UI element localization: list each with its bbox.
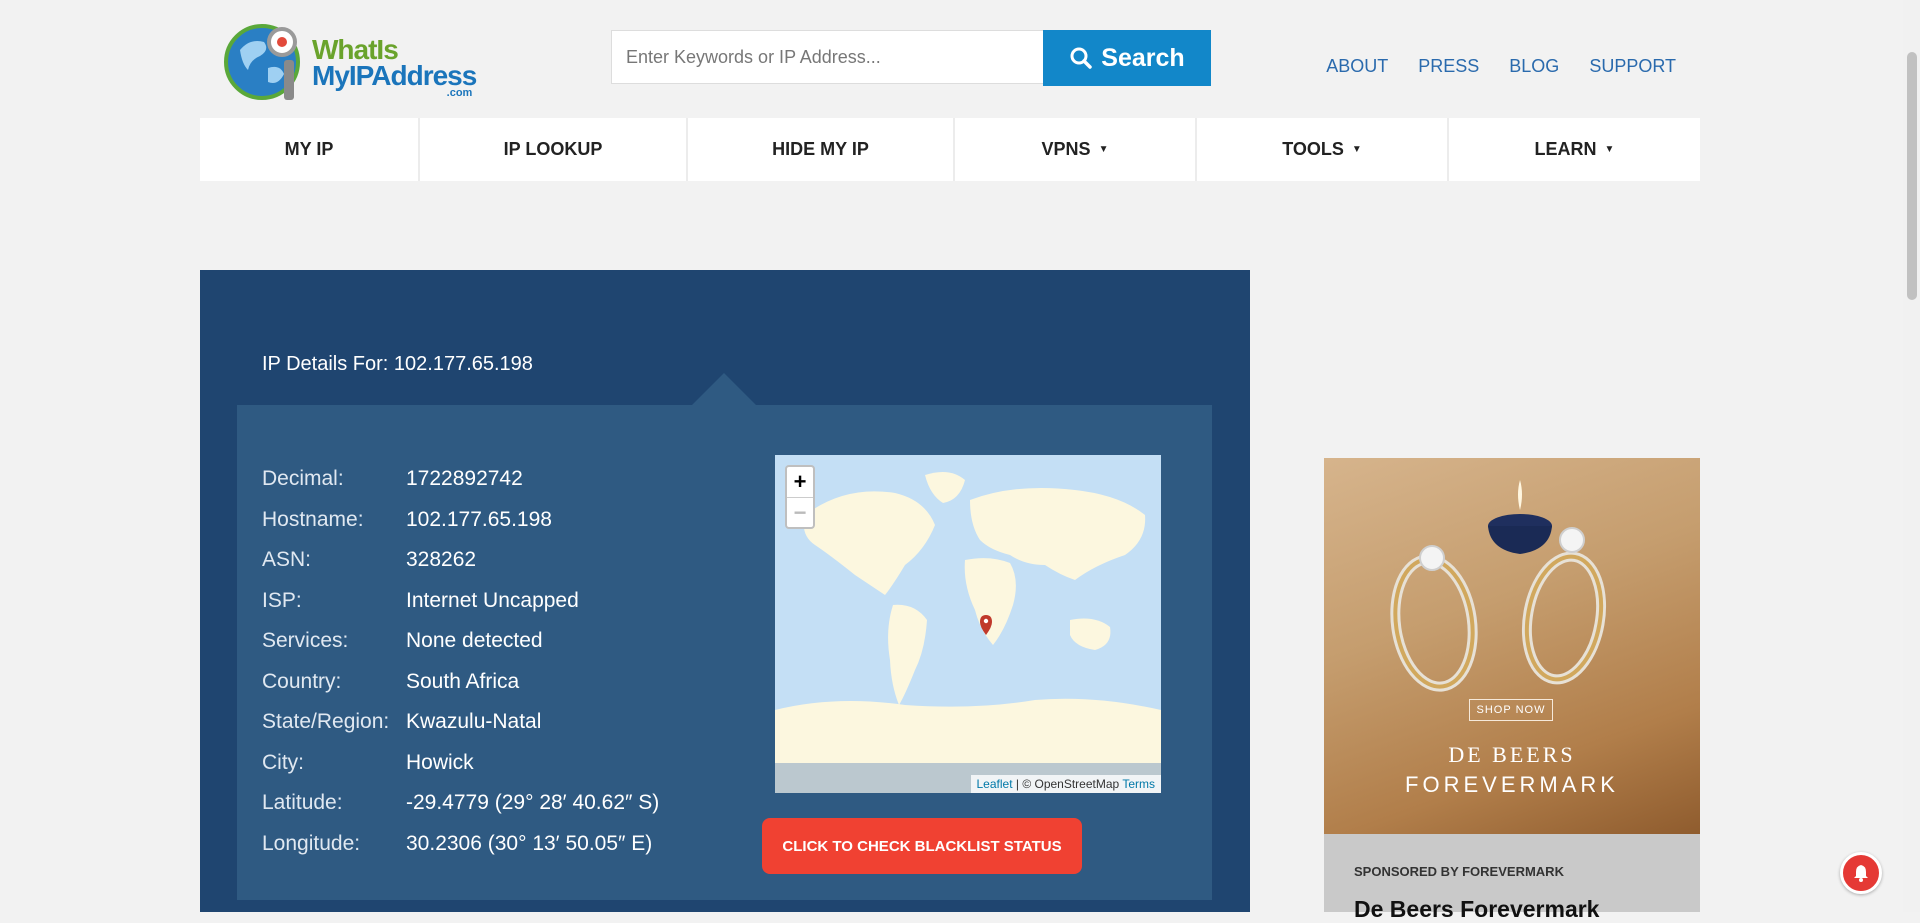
nav-label: HIDE MY IP: [772, 139, 869, 159]
detail-value: None detected: [406, 629, 543, 653]
detail-value: Kwazulu-Natal: [406, 710, 542, 734]
ad-brand-line-1: DE BEERS: [1448, 742, 1576, 767]
detail-row-longitude: Longitude: 30.2306 (30° 13′ 50.05″ E): [262, 824, 659, 865]
nav-vpns[interactable]: VPNS ▼: [955, 118, 1197, 181]
detail-label: Services:: [262, 629, 349, 653]
link-support[interactable]: SUPPORT: [1589, 56, 1676, 77]
nav-ip-lookup[interactable]: IP LOOKUP: [420, 118, 688, 181]
detail-row-services: Services: None detected: [262, 621, 659, 662]
detail-value: South Africa: [406, 669, 520, 693]
detail-row-city: City: Howick: [262, 743, 659, 784]
nav-tools[interactable]: TOOLS ▼: [1197, 118, 1449, 181]
check-blacklist-button[interactable]: CLICK TO CHECK BLACKLIST STATUS: [762, 818, 1082, 874]
terms-link[interactable]: Terms: [1122, 777, 1155, 791]
map-zoom-control: + −: [785, 465, 815, 529]
ip-details-card: Decimal: 1722892742 Hostname: 102.177.65…: [237, 405, 1212, 900]
detail-row-asn: ASN: 328262: [262, 540, 659, 581]
link-press[interactable]: PRESS: [1418, 56, 1479, 77]
caret-down-icon: ▼: [1098, 144, 1109, 155]
detail-row-isp: ISP: Internet Uncapped: [262, 581, 659, 622]
map-attribution: Leaflet | © OpenStreetMap Terms: [970, 775, 1161, 793]
site-header: WhatIs MyIPAddress .com Search ABOUT PRE…: [0, 0, 1920, 118]
detail-label: ISP:: [262, 588, 302, 612]
nav-label: LEARN: [1534, 139, 1597, 159]
shop-now-button[interactable]: SHOP NOW: [1469, 699, 1553, 721]
detail-label: City:: [262, 750, 304, 774]
detail-label: Hostname:: [262, 507, 364, 531]
detail-label: Country:: [262, 669, 342, 693]
ad-footer: SPONSORED BY FOREVERMARK De Beers Foreve…: [1324, 834, 1700, 922]
ad-brand-line-2: FOREVERMARK: [1405, 772, 1619, 797]
leaflet-link[interactable]: Leaflet: [977, 777, 1013, 791]
nav-hide-my-ip[interactable]: HIDE MY IP: [688, 118, 955, 181]
search-button-label: Search: [1101, 43, 1185, 72]
world-map: [775, 455, 1161, 793]
detail-row-decimal: Decimal: 1722892742: [262, 459, 659, 500]
globe-logo-icon: [224, 24, 300, 100]
ip-details-panel: IP Details For: 102.177.65.198 Decimal: …: [200, 270, 1250, 912]
scrollbar-thumb[interactable]: [1907, 52, 1917, 300]
detail-label: Decimal:: [262, 467, 344, 491]
detail-value: -29.4779 (29° 28′ 40.62″ S): [406, 791, 660, 815]
search-form: Search: [611, 30, 1211, 86]
detail-value: 328262: [406, 548, 477, 572]
detail-row-country: Country: South Africa: [262, 662, 659, 703]
detail-value: 30.2306 (30° 13′ 50.05″ E): [406, 831, 653, 855]
location-map[interactable]: + − Leaflet | © OpenStreetMap Terms: [775, 455, 1161, 793]
caret-down-icon: ▼: [1351, 144, 1362, 155]
caret-down-icon: ▼: [1604, 144, 1615, 155]
nav-label: TOOLS: [1282, 139, 1344, 159]
attribution-text: | © OpenStreetMap: [1012, 777, 1123, 791]
logo-line-2: MyIPAddress: [312, 60, 477, 91]
search-button[interactable]: Search: [1043, 30, 1211, 86]
zoom-in-button[interactable]: +: [787, 467, 813, 497]
link-blog[interactable]: BLOG: [1509, 56, 1559, 77]
top-links: ABOUT PRESS BLOG SUPPORT: [1326, 56, 1676, 77]
ad-headline[interactable]: De Beers Forevermark: [1354, 896, 1599, 923]
detail-value: 1722892742: [406, 467, 523, 491]
search-icon: [1070, 47, 1093, 69]
panel-notch: [692, 373, 756, 405]
nav-label: VPNS: [1041, 139, 1091, 159]
ip-details-list: Decimal: 1722892742 Hostname: 102.177.65…: [262, 459, 659, 864]
detail-row-state: State/Region: Kwazulu-Natal: [262, 702, 659, 743]
ad-image[interactable]: SHOP NOW DE BEERS FOREVERMARK: [1324, 458, 1700, 834]
nav-label: MY IP: [284, 139, 334, 159]
detail-label: State/Region:: [262, 710, 390, 734]
detail-value: Internet Uncapped: [406, 588, 579, 612]
search-input[interactable]: [611, 30, 1043, 84]
detail-label: Longitude:: [262, 831, 361, 855]
nav-learn[interactable]: LEARN ▼: [1449, 118, 1700, 181]
link-about[interactable]: ABOUT: [1326, 56, 1388, 77]
detail-label: ASN:: [262, 548, 312, 572]
sponsored-ad[interactable]: SHOP NOW DE BEERS FOREVERMARK SPONSORED …: [1324, 458, 1700, 922]
detail-row-latitude: Latitude: -29.4779 (29° 28′ 40.62″ S): [262, 783, 659, 824]
nav-label: IP LOOKUP: [503, 139, 603, 159]
site-logo[interactable]: WhatIs MyIPAddress .com: [220, 22, 480, 100]
detail-value: Howick: [406, 750, 474, 774]
main-nav: MY IP IP LOOKUP HIDE MY IP VPNS ▼ TOOLS …: [200, 118, 1700, 181]
bell-icon: [1854, 865, 1868, 882]
detail-value: 102.177.65.198: [406, 507, 552, 531]
ip-details-title: IP Details For: 102.177.65.198: [262, 353, 533, 375]
detail-label: Latitude:: [262, 791, 343, 815]
page-scrollbar[interactable]: [1903, 0, 1920, 912]
ad-sponsor-label: SPONSORED BY FOREVERMARK: [1354, 864, 1564, 879]
zoom-out-button[interactable]: −: [787, 497, 813, 528]
detail-row-hostname: Hostname: 102.177.65.198: [262, 500, 659, 541]
notification-bell-button[interactable]: [1840, 852, 1882, 894]
nav-my-ip[interactable]: MY IP: [200, 118, 420, 181]
